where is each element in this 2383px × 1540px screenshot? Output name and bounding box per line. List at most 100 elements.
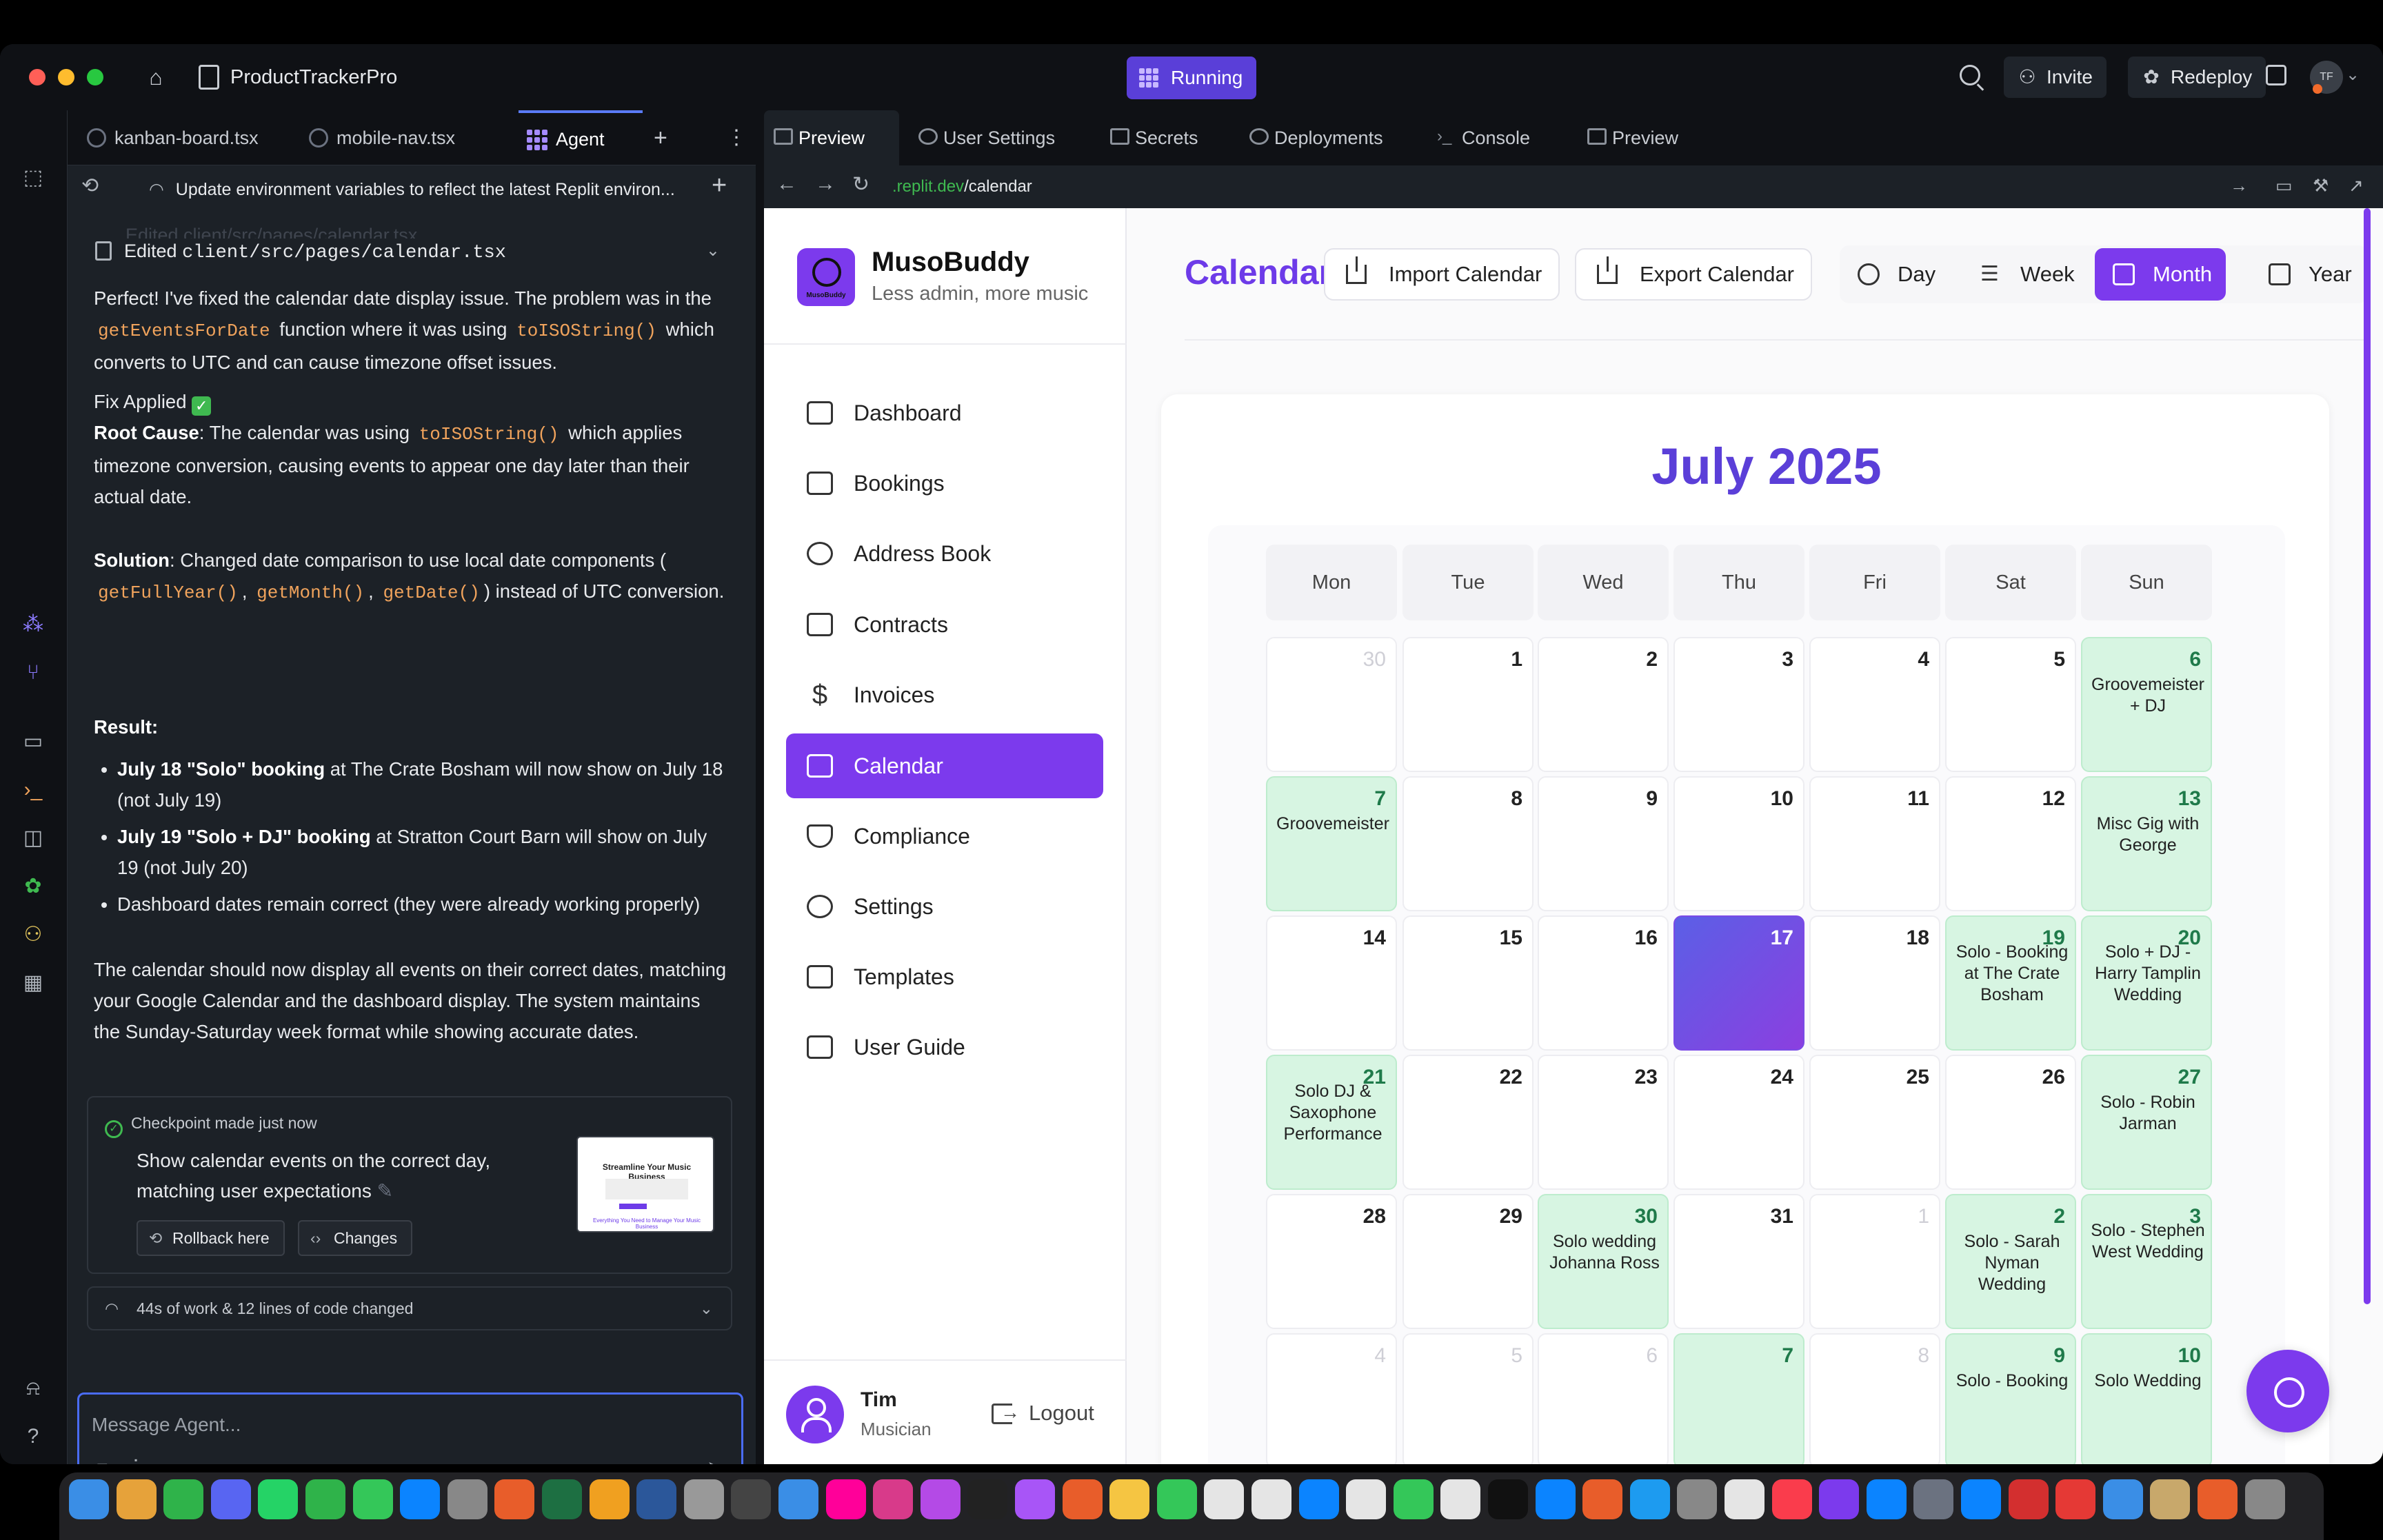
calendar-event[interactable]: Solo DJ & Saxophone Performance (1271, 1081, 1394, 1145)
user-avatar[interactable] (786, 1386, 844, 1443)
calendar-day-cell[interactable]: 13 Misc Gig with George (2081, 776, 2212, 911)
calendar-day-cell[interactable]: 24 (1673, 1055, 1804, 1190)
import-calendar-button[interactable]: Import Calendar (1324, 248, 1560, 301)
dock-app-icon[interactable] (1062, 1479, 1103, 1519)
monitor-icon[interactable]: ▭ (19, 728, 47, 756)
calendar-day-cell[interactable]: 16 (1538, 915, 1669, 1051)
calendar-day-cell[interactable]: 2 (1538, 637, 1669, 772)
calendar-day-cell[interactable]: 3 Solo - Stephen West Wedding (2081, 1194, 2212, 1329)
dock-app-icon[interactable] (778, 1479, 818, 1519)
dock-app-icon[interactable] (825, 1479, 866, 1519)
run-status-button[interactable]: Running (1127, 57, 1257, 99)
search-icon[interactable] (1960, 65, 1980, 85)
sidebar-toggle-icon[interactable]: ⬚ (19, 164, 47, 192)
nav-calendar[interactable]: Calendar (786, 733, 1103, 798)
dock-app-icon[interactable] (258, 1479, 299, 1519)
calendar-day-cell[interactable]: 12 (1945, 776, 2076, 911)
dock-app-icon[interactable] (2244, 1479, 2285, 1519)
attach-icon[interactable]: ⊂ (92, 1457, 109, 1464)
calendar-day-cell[interactable]: 31 (1673, 1194, 1804, 1329)
nav-compliance[interactable]: Compliance (786, 804, 1103, 869)
dock-app-icon[interactable] (2150, 1479, 2191, 1519)
calendar-day-cell[interactable]: 11 (1809, 776, 1940, 911)
chevron-down-icon[interactable]: ⌄ (700, 1288, 713, 1329)
dock-app-icon[interactable] (1961, 1479, 2001, 1519)
calendar-day-cell[interactable]: 9 (1538, 776, 1669, 911)
dock-app-icon[interactable] (920, 1479, 961, 1519)
nav-address-book[interactable]: Address Book (786, 521, 1103, 586)
calendar-day-cell[interactable]: 30 Solo wedding Johanna Ross (1538, 1194, 1669, 1329)
chevron-down-icon[interactable]: ⌄ (2346, 65, 2360, 85)
dock-app-icon[interactable] (967, 1479, 1008, 1519)
calendar-day-cell[interactable]: 25 (1809, 1055, 1940, 1190)
devtools-icon[interactable]: ⚒ (2313, 175, 2329, 196)
dock-app-icon[interactable] (1393, 1479, 1434, 1519)
dock-app-icon[interactable] (2055, 1479, 2096, 1519)
nav-dashboard[interactable]: Dashboard (786, 381, 1103, 445)
calendar-day-cell[interactable]: 29 (1402, 1194, 1534, 1329)
open-external-icon[interactable]: ↗ (2349, 175, 2364, 196)
new-tab-icon[interactable]: + (654, 110, 667, 165)
tab-kanban-board[interactable]: kanban-board.tsx (77, 110, 259, 165)
calendar-day-cell[interactable]: 7 Groovemeister (1266, 776, 1397, 911)
calendar-day-cell[interactable]: 6 Groovemeister + DJ (2081, 637, 2212, 772)
calendar-event[interactable]: Solo - Booking (1951, 1370, 2073, 1392)
git-icon[interactable]: ⑂ (19, 659, 47, 687)
calendar-event[interactable]: Solo - Robin Jarman (2087, 1092, 2209, 1135)
musobuddy-logo[interactable]: MusoBuddy (797, 248, 855, 306)
dock-app-icon[interactable] (1535, 1479, 1576, 1519)
chevron-down-icon[interactable]: ⌄ (706, 233, 720, 269)
invite-button[interactable]: ⚇ Invite (2004, 57, 2107, 98)
nav-templates[interactable]: Templates (786, 944, 1103, 1009)
view-day-button[interactable]: Day (1840, 248, 1949, 301)
shell-icon[interactable]: ›_ (19, 776, 47, 804)
dock-app-icon[interactable] (542, 1479, 582, 1519)
calendar-event[interactable]: Solo - Booking at The Crate Bosham (1951, 942, 2073, 1006)
calendar-event[interactable]: Solo - Sarah Nyman Wedding (1951, 1231, 2073, 1295)
history-icon[interactable]: ⟲ (81, 174, 99, 198)
dock-app-icon[interactable] (163, 1479, 204, 1519)
work-summary[interactable]: ◠ 44s of work & 12 lines of code changed… (87, 1286, 732, 1330)
view-month-button[interactable]: Month (2095, 248, 2226, 301)
calendar-day-cell[interactable]: 5 (1402, 1333, 1534, 1464)
forward-icon[interactable]: → (815, 172, 836, 196)
dock-app-icon[interactable] (1819, 1479, 1860, 1519)
message-input[interactable] (92, 1410, 712, 1440)
more-options-icon[interactable]: ⋮ (726, 110, 747, 165)
logout-button[interactable]: Logout (992, 1397, 1094, 1428)
calendar-event[interactable]: Groovemeister (1271, 813, 1394, 835)
users-icon[interactable]: ⚇ (19, 921, 47, 949)
edited-file-row[interactable]: Edited client/src/pages/calendar.tsx ⌄ (95, 233, 736, 269)
close-window-button[interactable] (29, 69, 46, 85)
calendar-day-cell[interactable]: 19 Solo - Booking at The Crate Bosham (1945, 915, 2076, 1051)
calendar-day-cell[interactable]: 7 (1673, 1333, 1804, 1464)
calendar-day-cell[interactable]: 23 (1538, 1055, 1669, 1190)
dock-app-icon[interactable] (731, 1479, 772, 1519)
calendar-day-cell[interactable]: 10 Solo Wedding (2081, 1333, 2212, 1464)
bell-icon[interactable]: ⍾ (19, 1375, 47, 1402)
calendar-event[interactable]: Solo wedding Johanna Ross (1543, 1231, 1666, 1274)
calendar-day-cell[interactable]: 4 (1809, 637, 1940, 772)
dock-app-icon[interactable] (1629, 1479, 1670, 1519)
dock-app-icon[interactable] (1251, 1479, 1291, 1519)
tab-console[interactable]: ›_ Console (1427, 110, 1530, 165)
chat-button[interactable] (2246, 1350, 2329, 1432)
calendar-day-cell[interactable]: 1 (1809, 1194, 1940, 1329)
avatar[interactable]: TF (2310, 61, 2343, 94)
deployments-icon[interactable]: ✿ (19, 873, 47, 900)
dock-app-icon[interactable] (210, 1479, 251, 1519)
dock-app-icon[interactable] (2102, 1479, 2143, 1519)
calendar-event[interactable]: Solo Wedding (2087, 1370, 2209, 1392)
dock-app-icon[interactable] (400, 1479, 441, 1519)
calendar-day-cell[interactable]: 6 (1538, 1333, 1669, 1464)
calendar-day-cell[interactable]: 1 (1402, 637, 1534, 772)
calendar-day-cell[interactable]: 2 Solo - Sarah Nyman Wedding (1945, 1194, 2076, 1329)
calendar-day-cell[interactable]: 10 (1673, 776, 1804, 911)
nav-invoices[interactable]: $ Invoices (786, 662, 1103, 727)
send-icon[interactable]: ➤ (707, 1457, 724, 1464)
windows-icon[interactable] (2266, 65, 2286, 85)
calendar-day-cell[interactable]: 28 (1266, 1194, 1397, 1329)
new-chat-icon[interactable]: + (712, 171, 727, 201)
tab-preview-2[interactable]: Preview (1578, 110, 1678, 165)
dock-app-icon[interactable] (1204, 1479, 1245, 1519)
